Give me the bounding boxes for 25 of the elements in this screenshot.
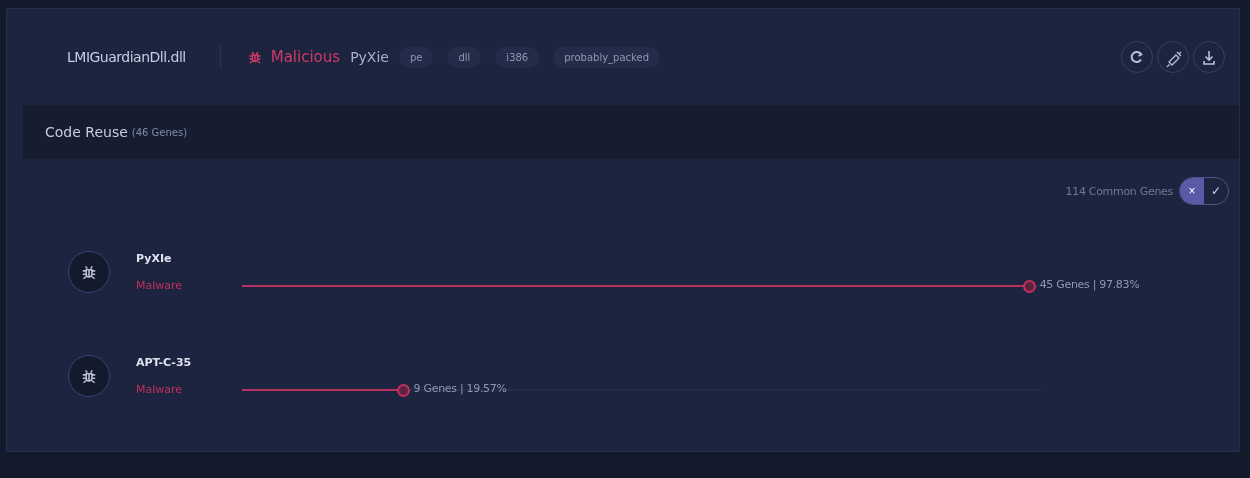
similarity-reading: 9 Genes | 19.57% xyxy=(413,382,507,395)
file-name: LMIGuardianDll.dll xyxy=(67,49,186,65)
tag: dll xyxy=(447,46,482,68)
family-name: PyXIe xyxy=(136,252,173,265)
common-genes-label: 114 Common Genes xyxy=(1065,184,1173,198)
similarity-reading: 45 Genes | 97.83% xyxy=(1039,278,1140,291)
gene-count: (46 Genes) xyxy=(131,126,188,138)
section-title: Code Reuse xyxy=(45,124,128,140)
verdict-label: Malicious xyxy=(270,48,341,66)
tag: pe xyxy=(398,46,434,68)
bug-icon xyxy=(80,263,98,281)
refresh-button[interactable] xyxy=(1121,41,1153,73)
download-button[interactable] xyxy=(1193,41,1225,73)
bug-icon xyxy=(80,367,98,385)
family-name: APT-C-35 xyxy=(136,356,193,369)
tag: probably_packed xyxy=(553,46,661,68)
family-label: PyXie xyxy=(350,49,389,65)
bar-end-marker xyxy=(396,383,410,397)
family-type: Malware xyxy=(136,279,184,292)
inject-button[interactable] xyxy=(1157,41,1189,73)
family-type: Malware xyxy=(136,383,184,396)
toggle-option[interactable]: ✓ xyxy=(1204,178,1228,204)
tag: i386 xyxy=(495,46,540,68)
bar-end-marker xyxy=(1022,279,1036,293)
toggle-option[interactable]: × xyxy=(1180,178,1204,204)
